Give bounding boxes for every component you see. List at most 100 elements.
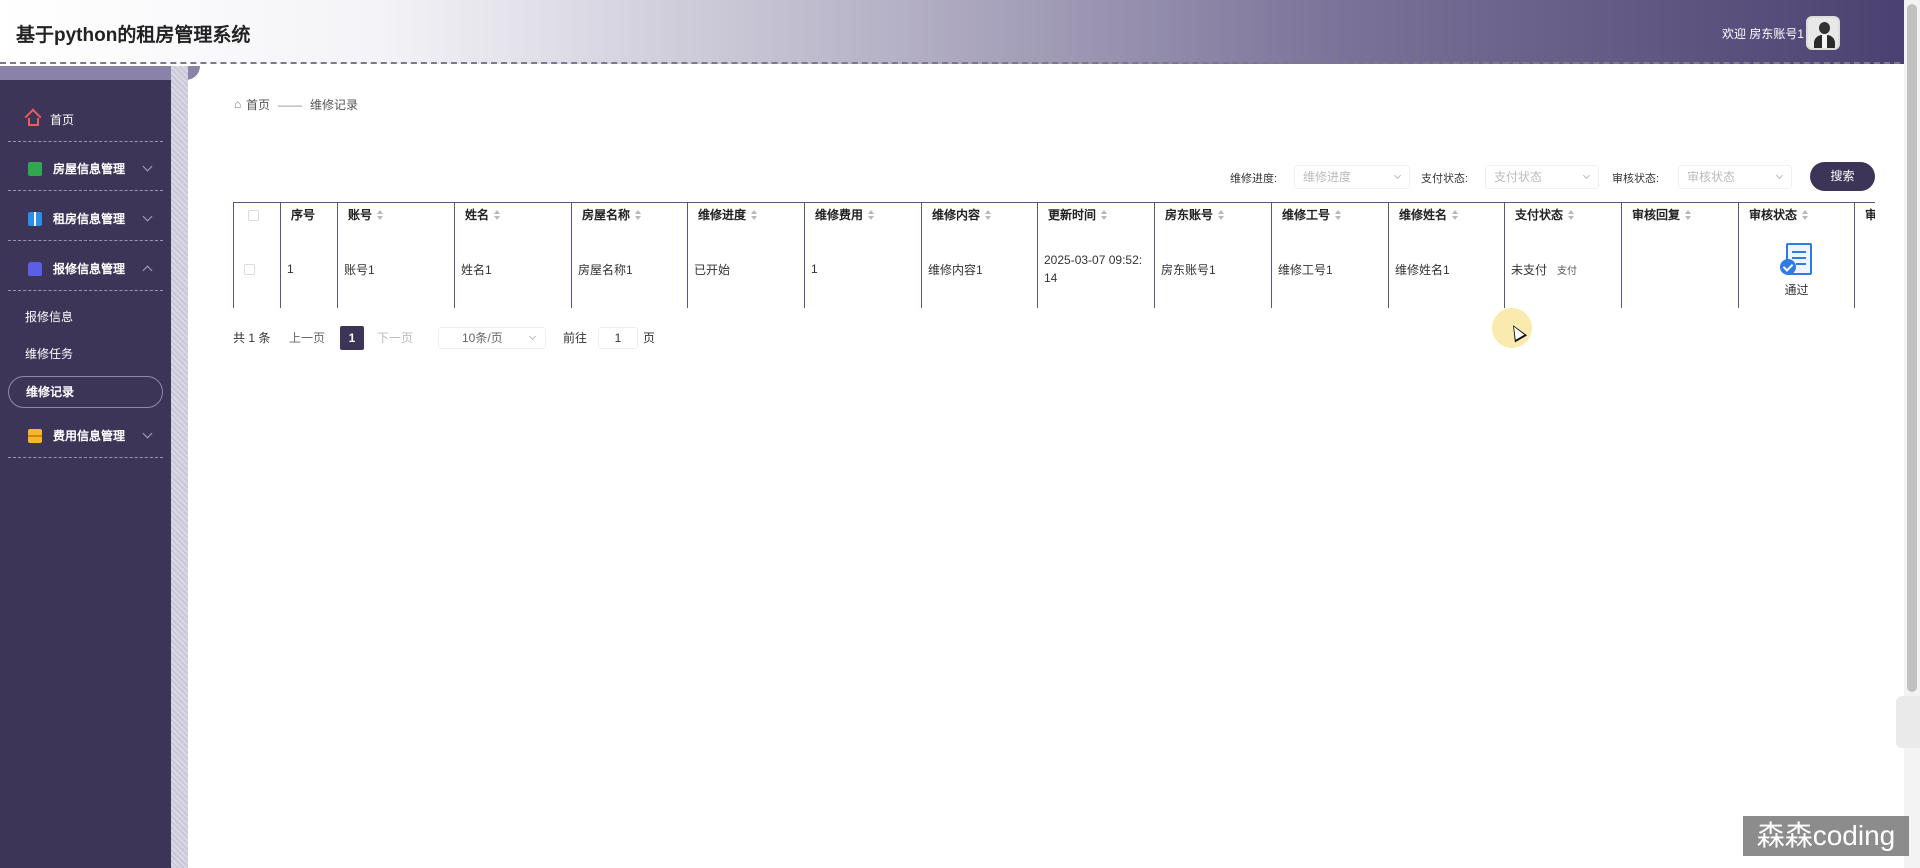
column-header[interactable]: 维修进度 — [687, 203, 804, 229]
pagination-goto-label: 前往 — [563, 331, 588, 345]
floating-side-tab[interactable] — [1896, 696, 1920, 748]
sort-icon[interactable] — [1101, 210, 1108, 220]
book-icon — [28, 211, 42, 226]
sidebar-subitem-repair-task[interactable]: 维修任务 — [25, 345, 73, 362]
cell-repair-worker-name: 维修姓名1 — [1388, 229, 1504, 308]
search-button[interactable]: 搜索 — [1810, 162, 1875, 191]
chevron-down-icon — [1393, 171, 1402, 180]
breadcrumb: 首页 —— 维修记录 — [234, 96, 358, 113]
cell-overflow — [1854, 229, 1875, 308]
cell-pay-status: 未支付 支付 — [1504, 229, 1621, 308]
chevron-up-icon — [142, 265, 153, 276]
audit-document-icon[interactable] — [1779, 241, 1814, 277]
column-header-label: 审 — [1865, 208, 1875, 222]
page-size-select[interactable]: 10条/页 — [438, 327, 546, 349]
sidebar-header-tab — [0, 66, 200, 80]
column-header[interactable]: 房东账号 — [1154, 203, 1271, 229]
cell-account: 账号1 — [337, 229, 454, 308]
select-all-checkbox[interactable] — [248, 210, 259, 221]
sidebar-divider-strip — [171, 66, 188, 868]
repair-progress-placeholder: 维修进度 — [1303, 170, 1352, 184]
chevron-down-icon — [528, 332, 537, 341]
cell-audit-status: 通过 — [1738, 229, 1854, 308]
cell-repair-worker-id: 维修工号1 — [1271, 229, 1388, 308]
column-header[interactable]: 房屋名称 — [571, 203, 687, 229]
pay-button[interactable]: 支付 — [1557, 262, 1577, 277]
column-header[interactable]: 姓名 — [454, 203, 571, 229]
avatar[interactable] — [1806, 16, 1840, 50]
pagination-next[interactable]: 下一页 — [377, 329, 413, 346]
repair-progress-select[interactable]: 维修进度 — [1294, 165, 1410, 189]
breadcrumb-separator: —— — [278, 98, 303, 112]
audit-status-label: 审核状态: — [1612, 173, 1660, 185]
fee-icon — [28, 428, 42, 443]
column-header[interactable]: 审 — [1854, 203, 1875, 229]
sort-icon[interactable] — [1335, 210, 1342, 220]
home-icon — [234, 97, 244, 111]
pay-status-text: 未支付 — [1511, 262, 1548, 277]
sort-icon[interactable] — [985, 210, 992, 220]
sidebar-item-house-management[interactable]: 房屋信息管理 — [8, 147, 163, 191]
column-header-label: 房屋名称 — [582, 208, 631, 222]
column-header[interactable]: 维修内容 — [921, 203, 1037, 229]
sidebar-item-label: 房屋信息管理 — [53, 162, 126, 176]
repair-icon — [28, 261, 42, 276]
sort-icon[interactable] — [751, 210, 758, 220]
cell-repair-progress: 已开始 — [687, 229, 804, 308]
pagination-goto-input[interactable]: 1 — [598, 327, 638, 349]
column-header-label: 更新时间 — [1048, 208, 1097, 222]
select-all-cell — [233, 203, 280, 229]
sidebar-item-label: 报修信息管理 — [53, 262, 126, 276]
top-header: 基于python的租房管理系统 欢迎 房东账号1 — [0, 0, 1920, 64]
sort-icon[interactable] — [1685, 210, 1692, 220]
column-header[interactable]: 账号 — [337, 203, 454, 229]
sidebar-item-rental-management[interactable]: 租房信息管理 — [8, 197, 163, 241]
column-header[interactable]: 序号 — [280, 203, 337, 229]
pagination-current-page[interactable]: 1 — [340, 326, 364, 350]
audit-status-select[interactable]: 审核状态 — [1678, 165, 1792, 189]
page-size-value: 10条/页 — [462, 331, 503, 345]
column-header[interactable]: 审核状态 — [1738, 203, 1854, 229]
column-header[interactable]: 维修工号 — [1271, 203, 1388, 229]
cell-house-name: 房屋名称1 — [571, 229, 687, 308]
sort-icon[interactable] — [377, 210, 384, 220]
sort-icon[interactable] — [1452, 210, 1459, 220]
sort-icon[interactable] — [1218, 210, 1225, 220]
scrollbar-thumb[interactable] — [1907, 4, 1917, 692]
sort-icon[interactable] — [494, 210, 501, 220]
sort-icon[interactable] — [868, 210, 875, 220]
sidebar-item-label: 租房信息管理 — [53, 212, 126, 226]
column-header[interactable]: 维修费用 — [804, 203, 921, 229]
column-header-label: 姓名 — [465, 208, 490, 222]
sort-icon[interactable] — [1802, 210, 1809, 220]
chevron-down-icon — [142, 161, 153, 172]
column-header-label: 维修内容 — [932, 208, 981, 222]
home-icon — [28, 118, 39, 126]
column-header[interactable]: 维修姓名 — [1388, 203, 1504, 229]
sort-icon[interactable] — [1568, 210, 1575, 220]
chevron-down-icon — [142, 211, 153, 222]
row-select-cell — [233, 229, 280, 308]
column-header[interactable]: 审核回复 — [1621, 203, 1738, 229]
audit-status-placeholder: 审核状态 — [1687, 170, 1736, 184]
sidebar-item-fee-management[interactable]: 费用信息管理 — [8, 414, 163, 458]
pagination-prev[interactable]: 上一页 — [289, 329, 325, 346]
column-header-label: 维修工号 — [1282, 208, 1331, 222]
sidebar-item-repair-management[interactable]: 报修信息管理 — [8, 247, 163, 291]
chevron-down-icon — [1775, 171, 1784, 180]
repair-progress-label: 维修进度: — [1230, 173, 1278, 185]
table-header-row: 序号 账号 姓名 房屋名称 维修进度 维修费用 维修内容 更新时间 房东账号 维… — [233, 203, 1875, 229]
pagination-total: 共 1 条 — [233, 331, 271, 345]
row-checkbox[interactable] — [244, 263, 255, 275]
sidebar-item-home[interactable]: 首页 — [8, 98, 163, 142]
sidebar-subitem-repair-record[interactable]: 维修记录 — [8, 376, 163, 408]
pay-status-select[interactable]: 支付状态 — [1485, 165, 1599, 189]
column-header[interactable]: 支付状态 — [1504, 203, 1621, 229]
breadcrumb-home[interactable]: 首页 — [246, 98, 270, 112]
repair-record-table: 序号 账号 姓名 房屋名称 维修进度 维修费用 维修内容 更新时间 房东账号 维… — [233, 202, 1875, 308]
sort-icon[interactable] — [635, 210, 642, 220]
cell-landlord-account: 房东账号1 — [1154, 229, 1271, 308]
table-row: 1 账号1 姓名1 房屋名称1 已开始 1 维修内容1 2025-03-07 0… — [233, 229, 1875, 308]
column-header[interactable]: 更新时间 — [1037, 203, 1154, 229]
sidebar-subitem-repair-info[interactable]: 报修信息 — [25, 308, 73, 325]
